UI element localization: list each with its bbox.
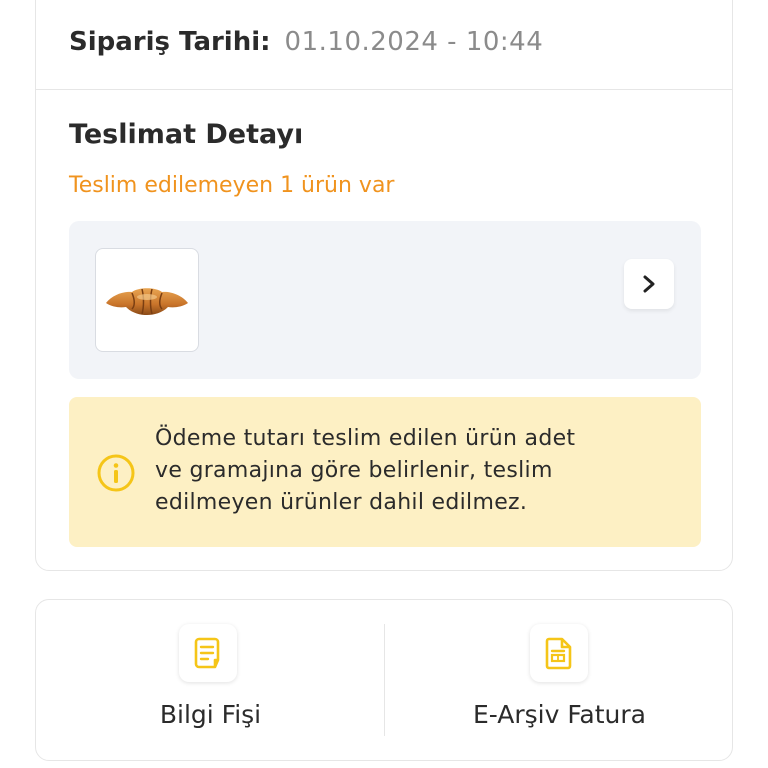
- info-line: edilmeyen ürünler dahil edilmez.: [155, 490, 528, 515]
- info-line: Ödeme tutarı teslim edilen ürün adet: [155, 426, 576, 451]
- info-line: ve gramajına göre belirlenir, teslim: [155, 458, 553, 483]
- info-icon: [97, 454, 135, 492]
- order-details-card: Sipariş Tarihi: 01.10.2024 - 10:44 Tesli…: [35, 0, 733, 571]
- invoice-document-icon: [545, 637, 572, 670]
- receipt-icon: [194, 637, 220, 669]
- e-archive-invoice-label: E-Arşiv Fatura: [472, 700, 646, 729]
- info-text: Ödeme tutarı teslim edilen ürün adet ve …: [155, 423, 575, 519]
- undelivered-products-row[interactable]: [69, 221, 701, 379]
- product-thumbnail: [95, 248, 199, 352]
- receipt-icon-box: [179, 624, 237, 682]
- chevron-right-icon: [643, 275, 655, 293]
- order-date-row: Sipariş Tarihi: 01.10.2024 - 10:44: [69, 23, 543, 61]
- documents-card: Bilgi Fişi E-Arşiv Fatura: [35, 599, 733, 761]
- order-date-value: 01.10.2024 - 10:44: [284, 27, 544, 57]
- e-archive-invoice-button[interactable]: E-Arşiv Fatura: [385, 600, 734, 760]
- info-receipt-button[interactable]: Bilgi Fişi: [36, 600, 385, 760]
- order-date-label: Sipariş Tarihi:: [69, 27, 271, 57]
- info-receipt-label: Bilgi Fişi: [159, 700, 262, 729]
- payment-info-notice: Ödeme tutarı teslim edilen ürün adet ve …: [69, 397, 701, 547]
- croissant-image: [106, 288, 188, 315]
- section-divider: [36, 89, 732, 90]
- undelivered-items-notice[interactable]: Teslim edilemeyen 1 ürün var: [69, 173, 394, 198]
- open-products-button[interactable]: [624, 259, 674, 309]
- invoice-icon-box: [530, 624, 588, 682]
- delivery-detail-title: Teslimat Detayı: [69, 119, 304, 150]
